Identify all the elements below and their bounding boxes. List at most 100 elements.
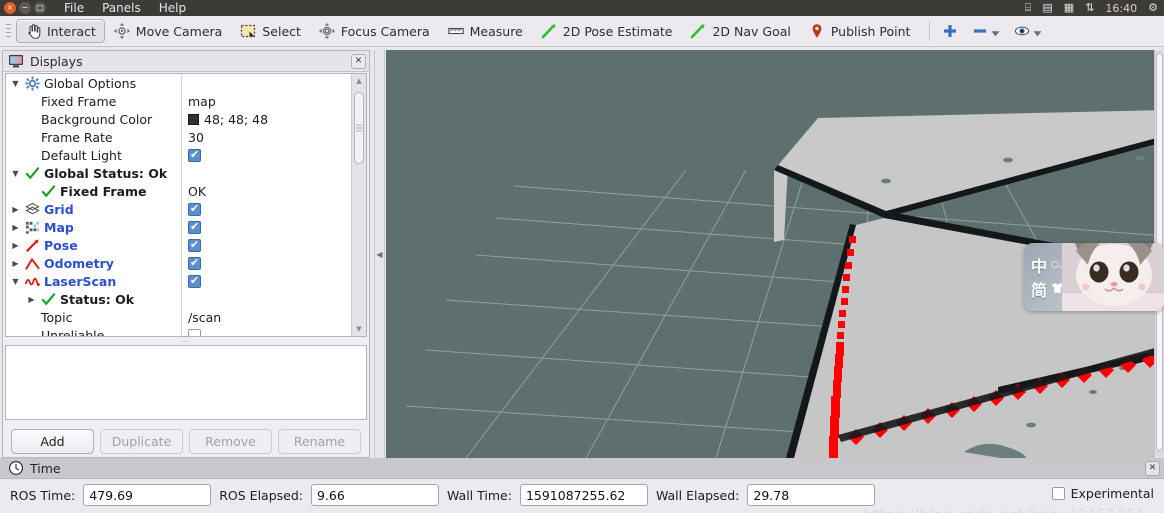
tool-measure-button[interactable]: Measure — [439, 19, 532, 43]
expand-arrow-down-icon[interactable]: ▼ — [10, 79, 21, 88]
tool-move-camera-button[interactable]: Move Camera — [105, 19, 232, 43]
close-icon[interactable]: ✕ — [351, 53, 366, 69]
display-tree-row-value[interactable] — [181, 236, 351, 254]
menu-item-file[interactable]: File — [64, 1, 84, 15]
system-clock[interactable]: 16:40 — [1105, 2, 1137, 15]
expand-arrow-right-icon[interactable]: ▶ — [10, 241, 21, 250]
tool-2d-nav-goal-button[interactable]: 2D Nav Goal — [681, 19, 799, 43]
menu-item-help[interactable]: Help — [159, 1, 186, 15]
display-tree-row[interactable]: Topic/scan — [6, 308, 351, 326]
eye-icon[interactable] — [1014, 23, 1030, 39]
ime-punctuation-label[interactable]: ○, — [1051, 260, 1062, 270]
expand-arrow-right-icon[interactable]: ▶ — [10, 205, 21, 214]
display-tree-row[interactable]: ▶ Odometry — [6, 254, 351, 272]
display-enabled-checkbox[interactable] — [188, 202, 201, 216]
display-enabled-checkbox[interactable] — [188, 238, 201, 252]
display-tree-row[interactable]: ▶ Grid — [6, 200, 351, 218]
tool-publish-point-button[interactable]: Publish Point — [800, 19, 920, 43]
tool-2d-pose-estimate-button[interactable]: 2D Pose Estimate — [532, 19, 682, 43]
display-enabled-checkbox[interactable] — [188, 220, 201, 234]
displays-tree-scrollbar[interactable]: ▲ ▼ — [351, 74, 366, 336]
display-tree-row-label: Odometry — [44, 255, 114, 271]
display-tree-row[interactable]: Fixed Frame OK — [6, 182, 351, 200]
toolbar-drag-handle[interactable] — [4, 22, 13, 40]
odometry-icon — [25, 256, 40, 271]
display-tree-row[interactable]: ▶ Status: Ok — [6, 290, 351, 308]
display-tree-row[interactable]: Default Light — [6, 146, 351, 164]
display-enabled-checkbox[interactable] — [188, 328, 201, 336]
ros-time-input[interactable]: 479.69 — [83, 484, 212, 506]
ime-floating-toolbar[interactable]: 中 ○, 简 — [1024, 243, 1164, 311]
display-tree-row-value[interactable]: OK — [181, 182, 351, 200]
ime-script-label[interactable]: 简 — [1031, 277, 1047, 301]
display-tree-row-value[interactable]: 48; 48; 48 — [181, 110, 351, 128]
display-tree-row-value[interactable] — [181, 164, 351, 182]
keyboard-layout-icon[interactable]: ⌸ — [1025, 0, 1032, 16]
experimental-option[interactable]: Experimental — [1051, 486, 1154, 501]
expand-arrow-right-icon[interactable]: ▶ — [26, 295, 37, 304]
scroll-down-arrow-icon[interactable]: ▼ — [352, 322, 366, 336]
experimental-checkbox[interactable] — [1051, 487, 1065, 500]
display-tree-row[interactable]: ▼ Global Status: Ok — [6, 164, 351, 182]
tool-select-button[interactable]: Select — [231, 19, 310, 43]
display-tree-row[interactable]: ▼ Global Options — [6, 74, 351, 92]
window-minimize-button[interactable]: − — [19, 2, 31, 14]
minus-icon[interactable] — [972, 23, 988, 39]
collapse-left-arrow-icon[interactable]: ◀ — [374, 50, 385, 458]
expand-arrow-down-icon[interactable]: ▼ — [10, 169, 21, 178]
add-button[interactable]: Add — [11, 429, 94, 454]
tool-interact-button[interactable]: Interact — [16, 19, 105, 43]
gear-icon[interactable]: ⚙ — [1148, 0, 1158, 16]
tool-focus-camera-button[interactable]: Focus Camera — [310, 19, 439, 43]
scroll-up-arrow-icon[interactable]: ▲ — [352, 74, 366, 88]
display-tree-row-value[interactable] — [181, 200, 351, 218]
display-enabled-checkbox[interactable] — [188, 274, 201, 288]
expand-arrow-right-icon[interactable]: ▶ — [10, 223, 21, 232]
remove-button[interactable]: Remove — [189, 429, 272, 454]
tool-label: Interact — [47, 23, 96, 39]
display-tree-row-value[interactable] — [181, 254, 351, 272]
window-maximize-button[interactable]: □ — [34, 2, 46, 14]
display-tree-row-value[interactable] — [181, 272, 351, 290]
expand-arrow-down-icon[interactable]: ▼ — [10, 277, 21, 286]
display-tree-row-value[interactable]: 30 — [181, 128, 351, 146]
display-tree-row-value[interactable] — [181, 290, 351, 308]
ime-mode-label[interactable]: 中 — [1031, 253, 1047, 277]
display-enabled-checkbox[interactable] — [188, 148, 201, 162]
rename-button[interactable]: Rename — [278, 429, 361, 454]
display-tree-row[interactable]: Frame Rate 30 — [6, 128, 351, 146]
display-tree-row-value[interactable] — [181, 326, 351, 336]
clock-icon — [8, 460, 24, 476]
network-icon[interactable]: ⇅ — [1085, 0, 1094, 16]
window-close-button[interactable]: × — [4, 2, 16, 14]
close-icon[interactable]: ✕ — [1145, 460, 1160, 476]
display-tree-row-value[interactable] — [181, 146, 351, 164]
display-tree-row-value[interactable]: /scan — [181, 308, 351, 326]
map-pin-icon — [809, 23, 825, 39]
chevron-down-icon[interactable] — [991, 27, 1000, 36]
display-tree-row[interactable]: ▶ Map — [6, 218, 351, 236]
panel-splitter-handle[interactable]: ⋯ — [5, 337, 367, 346]
menu-item-panels[interactable]: Panels — [102, 1, 141, 15]
ros-elapsed-input[interactable]: 9.66 — [310, 484, 439, 506]
text-entry-icon[interactable]: ▤ — [1042, 0, 1052, 16]
duplicate-button[interactable]: Duplicate — [100, 429, 183, 454]
display-tree-row[interactable]: ▶ Pose — [6, 236, 351, 254]
scrollbar-thumb[interactable] — [354, 92, 364, 164]
color-swatch[interactable] — [188, 113, 199, 125]
display-tree-row-value[interactable] — [181, 218, 351, 236]
chevron-down-icon[interactable] — [1033, 27, 1042, 36]
display-tree-row[interactable]: Fixed Frame map — [6, 92, 351, 110]
display-tree-row[interactable]: Background Color 48; 48; 48 — [6, 110, 351, 128]
display-tree-row-value[interactable] — [181, 74, 351, 92]
display-enabled-checkbox[interactable] — [188, 256, 201, 270]
wall-time-input[interactable]: 1591087255.62 — [519, 484, 648, 506]
calendar-icon[interactable]: ▦ — [1064, 0, 1074, 16]
plus-icon[interactable] — [942, 23, 958, 39]
displays-tree[interactable]: ▼ Global Options Fixed Frame map Background … — [6, 74, 351, 336]
expand-arrow-right-icon[interactable]: ▶ — [10, 259, 21, 268]
display-tree-row[interactable]: ▼ LaserScan — [6, 272, 351, 290]
wall-elapsed-input[interactable]: 29.78 — [747, 484, 876, 506]
display-tree-row-value[interactable]: map — [181, 92, 351, 110]
display-tree-row[interactable]: Unreliable — [6, 326, 351, 336]
